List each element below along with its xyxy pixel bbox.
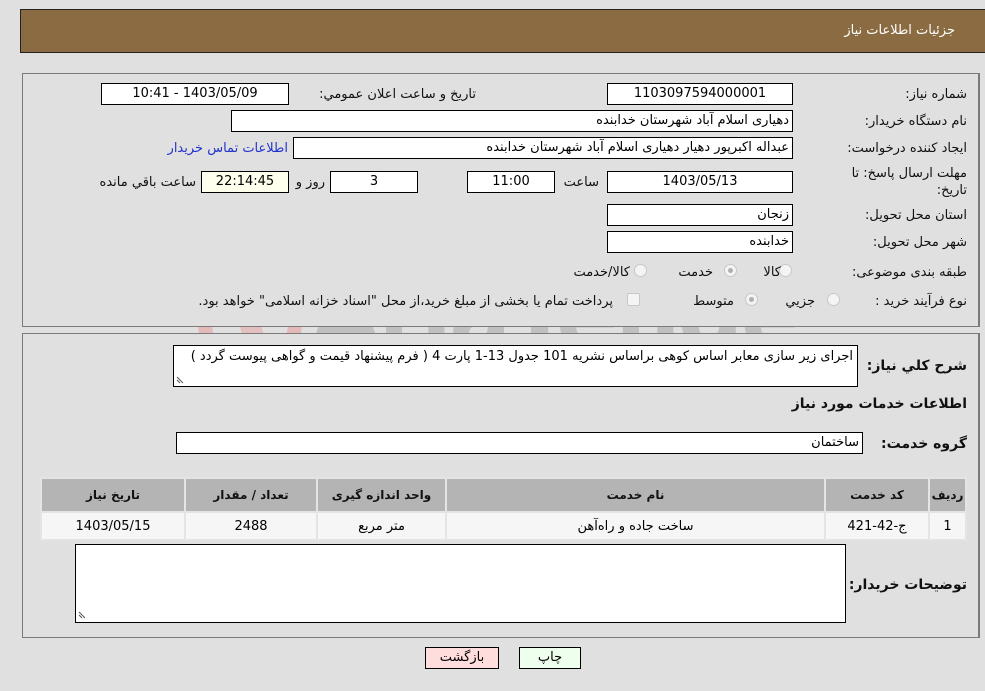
service-group-label: گروه خدمت: (881, 436, 967, 452)
description-label: شرح کلي نیاز: (866, 358, 967, 374)
purchase-process-label: نوع فرآیند خرید : (875, 294, 967, 309)
services-table: ردیف کد خدمت نام خدمت واحد اندازه گیری ت… (40, 477, 967, 541)
page-header: جزئیات اطلاعات نیاز (20, 9, 985, 53)
category-label: طبقه بندی موضوعی: (851, 265, 967, 280)
col-header-service-name: نام خدمت (445, 477, 826, 513)
creator-label: ایجاد کننده درخواست: (847, 141, 967, 156)
col-header-need-date: تاریخ نیاز (40, 477, 186, 513)
creator-field: عبداله اکبرپور دهیار دهیاری اسلام آباد ش… (293, 137, 793, 159)
back-button[interactable]: بازگشت (425, 647, 499, 669)
resize-grip-icon[interactable] (78, 611, 86, 619)
treasury-checkbox[interactable] (627, 293, 640, 306)
cell-unit: متر مربع (316, 511, 447, 541)
service-group-field: ساختمان (176, 432, 863, 454)
col-header-unit: واحد اندازه گیری (316, 477, 447, 513)
table-header-row: ردیف کد خدمت نام خدمت واحد اندازه گیری ت… (40, 477, 967, 513)
col-header-row-number: ردیف (928, 477, 967, 513)
announce-datetime-label: تاریخ و ساعت اعلان عمومي: (319, 87, 476, 102)
description-text: اجرای زیر سازی معابر اساس کوهی براساس نش… (190, 349, 853, 364)
remaining-time-label: ساعت باقي مانده (99, 175, 196, 190)
category-radio-goods-service[interactable] (634, 264, 647, 277)
deadline-date-field: 1403/05/13 (607, 171, 793, 193)
city-label: شهر محل تحویل: (872, 235, 967, 250)
buyer-contact-link[interactable]: اطلاعات تماس خریدار (168, 141, 288, 156)
deadline-label-line1: مهلت ارسال پاسخ: تا (851, 166, 967, 181)
col-header-quantity: تعداد / مقدار (184, 477, 318, 513)
cell-service-name: ساخت جاده و راه‌آهن (445, 511, 826, 541)
cell-need-date: 1403/05/15 (40, 511, 186, 541)
process-radio-medium[interactable] (745, 293, 758, 306)
category-option-goods: کالا (763, 265, 781, 280)
category-option-goods-service: کالا/خدمت (573, 265, 630, 280)
need-number-label: شماره نیاز: (905, 87, 967, 102)
days-label: روز و (295, 175, 325, 190)
description-textarea[interactable]: اجرای زیر سازی معابر اساس کوهی براساس نش… (173, 345, 858, 387)
announce-datetime-field: 1403/05/09 - 10:41 (101, 83, 289, 105)
page-title: جزئیات اطلاعات نیاز (844, 23, 955, 38)
treasury-checkbox-label: پرداخت تمام یا بخشی از مبلغ خرید،از محل … (198, 294, 613, 309)
process-option-medium: متوسط (693, 294, 734, 309)
buyer-org-label: نام دستگاه خریدار: (864, 114, 967, 129)
category-radio-service[interactable] (724, 264, 737, 277)
cell-quantity: 2488 (184, 511, 318, 541)
process-option-minor: جزيي (785, 294, 815, 309)
cell-service-code: ج-42-421 (824, 511, 930, 541)
cell-row-number: 1 (928, 511, 967, 541)
col-header-service-code: کد خدمت (824, 477, 930, 513)
print-button[interactable]: چاپ (519, 647, 581, 669)
city-field: خدابنده (607, 231, 793, 253)
services-heading: اطلاعات خدمات مورد نیاز (791, 396, 967, 412)
deadline-label-line2: تاریخ: (936, 183, 967, 198)
remaining-time-field: 22:14:45 (201, 171, 289, 193)
province-field: زنجان (607, 204, 793, 226)
process-radio-minor[interactable] (827, 293, 840, 306)
table-row: 1 ج-42-421 ساخت جاده و راه‌آهن متر مربع … (40, 511, 967, 541)
deadline-time-field: 11:00 (467, 171, 555, 193)
buyer-notes-label: توضیحات خریدار: (848, 577, 967, 593)
buyer-org-field: دهیاری اسلام آباد شهرستان خدابنده (231, 110, 793, 132)
need-number-field: 1103097594000001 (607, 83, 793, 105)
resize-grip-icon[interactable] (176, 376, 184, 384)
days-remaining-field: 3 (330, 171, 418, 193)
province-label: استان محل تحویل: (865, 208, 967, 223)
buyer-notes-textarea[interactable] (75, 544, 846, 623)
category-option-service: خدمت (678, 265, 713, 280)
deadline-time-label: ساعت (563, 175, 599, 190)
